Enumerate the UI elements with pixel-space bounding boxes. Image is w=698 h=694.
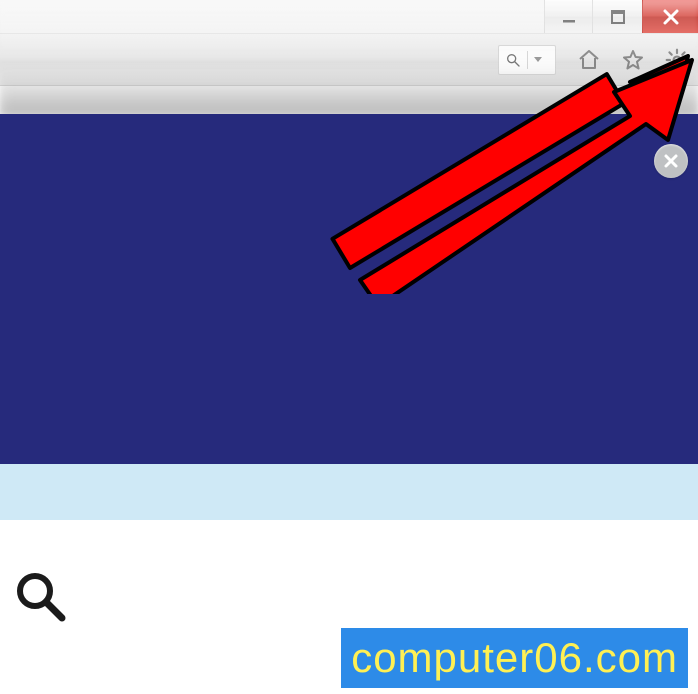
page-banner — [0, 114, 698, 464]
watermark-text: computer06.com — [351, 634, 678, 681]
titlebar — [0, 0, 698, 34]
close-icon — [662, 152, 680, 170]
favorite-icon — [621, 48, 645, 72]
app-window: computer06.com — [0, 0, 698, 694]
minimize-button[interactable] — [544, 0, 592, 33]
close-icon — [661, 7, 681, 27]
page-search-button[interactable] — [10, 566, 70, 631]
settings-button[interactable] — [660, 43, 694, 77]
sub-banner-strip — [0, 464, 698, 520]
watermark: computer06.com — [341, 628, 688, 688]
minimize-icon — [560, 8, 578, 26]
search-box[interactable] — [498, 45, 556, 75]
banner-close-button[interactable] — [654, 144, 688, 178]
gear-icon — [664, 47, 690, 73]
home-button[interactable] — [572, 43, 606, 77]
close-button[interactable] — [642, 0, 698, 33]
search-icon — [505, 52, 521, 68]
search-icon — [10, 566, 70, 626]
favorites-button[interactable] — [616, 43, 650, 77]
browser-toolbar — [0, 34, 698, 86]
home-icon — [577, 48, 601, 72]
maximize-button[interactable] — [592, 0, 642, 33]
maximize-icon — [609, 8, 627, 26]
search-divider — [527, 51, 528, 69]
chevron-down-icon[interactable] — [534, 57, 542, 62]
